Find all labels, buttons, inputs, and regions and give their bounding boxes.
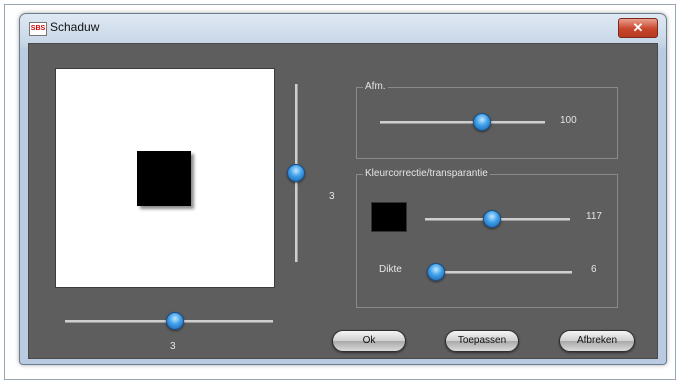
title-bar[interactable]: SBS Schaduw ✕ [20,14,666,42]
thickness-thumb[interactable] [426,263,445,281]
size-thumb[interactable] [473,113,492,131]
window-title: Schaduw [50,20,100,34]
color-group: Kleurcorrectie/transparantie 117 Dikte 6 [356,168,618,308]
size-track[interactable] [380,121,545,124]
size-value: 100 [560,115,577,126]
opacity-thumb[interactable] [482,210,501,228]
color-group-title: Kleurcorrectie/transparantie [363,168,490,179]
horizontal-offset-thumb[interactable] [166,312,185,330]
close-icon: ✕ [632,20,644,35]
thickness-value: 6 [591,264,597,275]
shadow-preview [55,68,275,288]
close-button[interactable]: ✕ [618,18,658,38]
dialog-body: 3 3 Afm. 100 Kleurcorrectie/transparanti… [28,43,658,359]
size-group-title: Afm. [363,81,388,92]
apply-button[interactable]: Toepassen [445,330,519,352]
app-icon: SBS [29,22,47,36]
thickness-label: Dikte [379,264,402,275]
color-swatch[interactable] [371,202,407,232]
schaduw-dialog: SBS Schaduw ✕ 3 3 Afm. 100 Kleurcorrecti… [19,13,667,365]
preview-shape [137,151,191,206]
vertical-offset-thumb[interactable] [287,164,305,182]
ok-button[interactable]: Ok [332,330,406,352]
size-group: Afm. 100 [356,81,618,159]
cancel-button[interactable]: Afbreken [559,330,635,352]
opacity-value: 117 [586,211,602,222]
horizontal-offset-value: 3 [170,341,176,352]
thickness-track[interactable] [427,271,572,274]
vertical-offset-value: 3 [329,191,335,202]
